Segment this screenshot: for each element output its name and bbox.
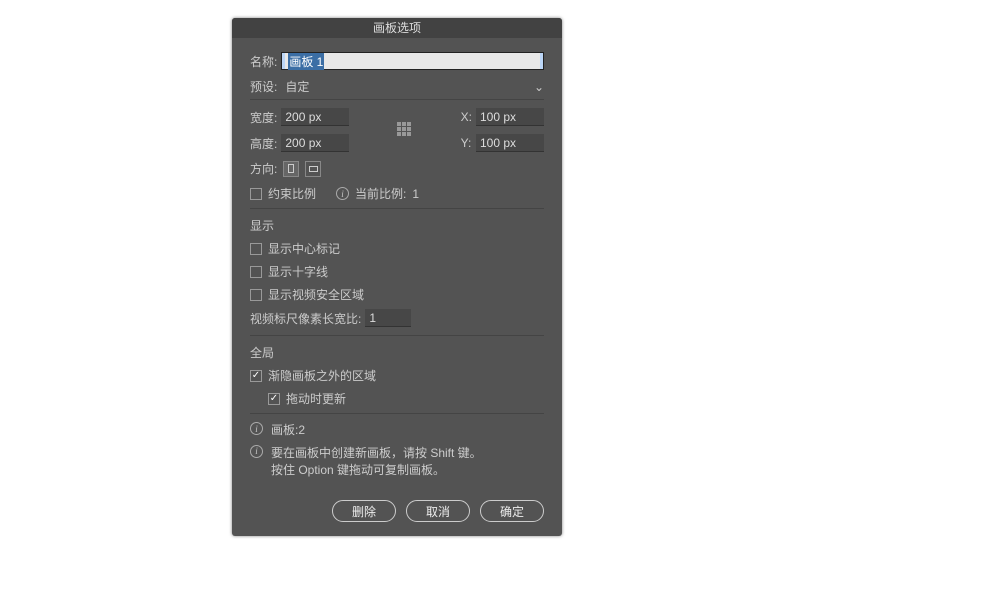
y-label: Y: xyxy=(461,136,472,150)
display-section-title: 显示 xyxy=(250,217,544,234)
divider xyxy=(250,413,544,414)
show-crosshairs-label: 显示十字线 xyxy=(268,263,328,280)
delete-button[interactable]: 删除 xyxy=(332,500,396,522)
portrait-icon xyxy=(288,164,294,173)
divider xyxy=(250,208,544,209)
show-video-safe-checkbox[interactable] xyxy=(250,289,262,301)
name-label: 名称: xyxy=(250,53,277,70)
help-text-1: 要在画板中创建新画板，请按 Shift 键。 xyxy=(271,446,482,460)
name-row: 名称: 画板 1 xyxy=(250,52,544,70)
show-crosshairs-checkbox[interactable] xyxy=(250,266,262,278)
landscape-icon xyxy=(309,166,318,172)
info-icon: i xyxy=(250,445,263,458)
info-icon: i xyxy=(336,187,349,200)
artboard-options-dialog: 画板选项 名称: 画板 1 预设: 自定 ⌄ 宽度: X: xyxy=(232,18,562,536)
width-label: 宽度: xyxy=(250,109,277,126)
show-center-mark-checkbox[interactable] xyxy=(250,243,262,255)
fade-outside-checkbox[interactable] xyxy=(250,370,262,382)
divider xyxy=(250,99,544,100)
constrain-label: 约束比例 xyxy=(268,185,316,202)
x-label: X: xyxy=(461,110,472,124)
height-input[interactable] xyxy=(281,134,349,152)
orientation-portrait-button[interactable] xyxy=(283,161,299,177)
artboards-count-label: 画板: xyxy=(271,423,298,437)
fade-outside-label: 渐隐画板之外的区域 xyxy=(268,367,376,384)
pixel-aspect-input[interactable] xyxy=(365,309,411,327)
name-input[interactable]: 画板 1 xyxy=(281,52,544,70)
artboards-count-value: 2 xyxy=(298,423,305,437)
x-input[interactable] xyxy=(476,108,544,126)
width-input[interactable] xyxy=(281,108,349,126)
info-icon: i xyxy=(250,422,263,435)
show-video-safe-label: 显示视频安全区域 xyxy=(268,286,364,303)
constrain-proportions-checkbox[interactable] xyxy=(250,188,262,200)
height-label: 高度: xyxy=(250,135,277,152)
update-while-dragging-label: 拖动时更新 xyxy=(286,390,346,407)
reference-point-icon[interactable] xyxy=(397,122,413,138)
preset-select[interactable]: 预设: 自定 ⌄ xyxy=(250,78,544,95)
ok-button[interactable]: 确定 xyxy=(480,500,544,522)
chevron-down-icon: ⌄ xyxy=(534,80,544,94)
preset-value: 自定 xyxy=(281,78,530,95)
show-center-mark-label: 显示中心标记 xyxy=(268,240,340,257)
help-text-2: 按住 Option 键拖动可复制画板。 xyxy=(271,463,445,477)
orientation-landscape-button[interactable] xyxy=(305,161,321,177)
current-ratio-value: 1 xyxy=(412,187,419,201)
preset-label: 预设: xyxy=(250,78,277,95)
divider xyxy=(250,335,544,336)
dialog-title: 画板选项 xyxy=(232,18,562,38)
cancel-button[interactable]: 取消 xyxy=(406,500,470,522)
global-section-title: 全局 xyxy=(250,344,544,361)
update-while-dragging-checkbox[interactable] xyxy=(268,393,280,405)
y-input[interactable] xyxy=(476,134,544,152)
current-ratio-label: 当前比例: xyxy=(355,185,406,202)
pixel-aspect-label: 视频标尺像素长宽比: xyxy=(250,310,361,327)
orientation-label: 方向: xyxy=(250,160,277,177)
